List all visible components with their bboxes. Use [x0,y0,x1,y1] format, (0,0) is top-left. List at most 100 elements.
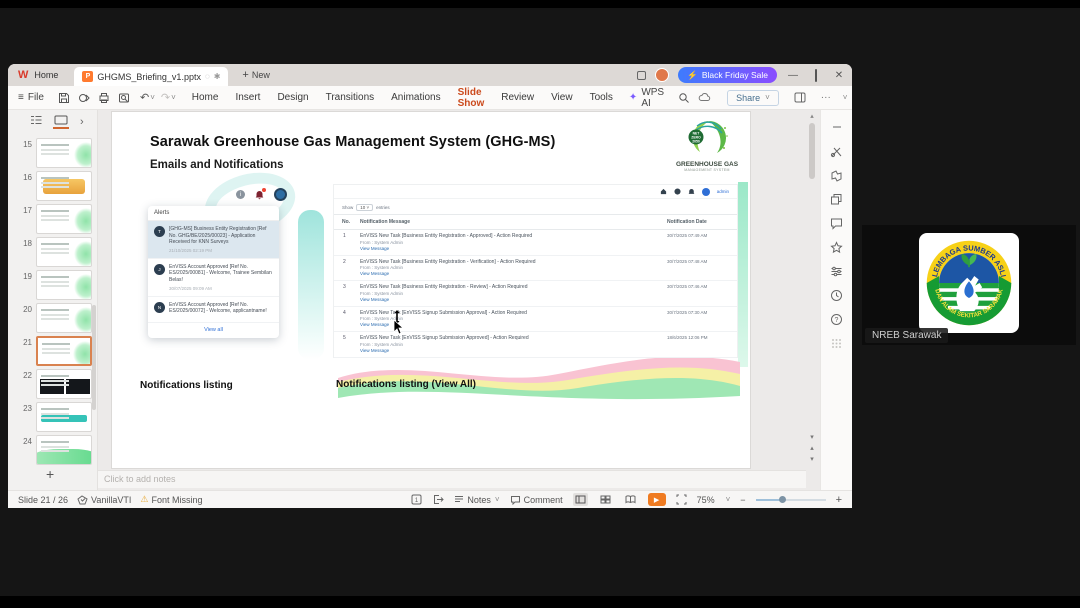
star-favorites-icon[interactable] [830,240,844,254]
thumbnail-grid-icon[interactable]: 1 [411,494,422,505]
history-clock-icon[interactable] [830,288,844,302]
alert-item[interactable]: T [GHG-MS] Business Entity Registration … [148,221,279,259]
edit-tools-icon[interactable] [830,144,844,158]
slide-thumbnail[interactable]: 22 [8,369,97,399]
redo-button[interactable]: ↷ [161,91,170,104]
export-icon[interactable] [78,92,90,104]
slide-nav-buttons[interactable]: ▾ ▴ ▾ [807,432,817,465]
print-preview-icon[interactable] [118,92,130,104]
ribbon-tab[interactable]: Slide Show [457,82,484,114]
view-message-link[interactable]: View Message [360,297,663,303]
alert-item[interactable]: N EnVISS Account Approved [Ref No. ES/20… [148,297,279,323]
apps-grid-icon[interactable] [830,336,844,350]
wps-ai-button[interactable]: ✦ WPS AI [629,87,664,109]
slides-view-icon[interactable] [53,115,69,129]
minimize-button[interactable]: — [786,70,800,81]
slide-preview [36,171,92,201]
collapse-sidebar-icon[interactable] [830,120,844,134]
notes-placeholder[interactable]: Click to add notes [98,470,806,488]
panel-layout-icon[interactable] [794,92,806,103]
add-slide-button[interactable]: + [46,466,54,482]
user-avatar[interactable] [655,68,670,82]
collapse-ribbon-icon[interactable]: ˅ [843,93,848,102]
table-row[interactable]: 1 EnVISS New Task [Business Entity Regis… [334,230,737,256]
slide-thumbnail[interactable]: 19 [8,270,97,300]
tab-list-icon[interactable] [637,70,647,80]
ribbon-tab[interactable]: Transitions [326,87,375,108]
table-row[interactable]: 2 EnVISS New Task [Business Entity Regis… [334,256,737,281]
save-icon[interactable] [58,92,70,104]
animation-pane-icon[interactable] [830,168,844,182]
zoom-caret-icon[interactable]: ˅ [726,495,731,504]
thumbnail-scrollbar[interactable] [92,305,96,410]
expand-panel-icon[interactable]: › [80,116,84,128]
portal-bell-icon [688,188,695,196]
help-icon[interactable]: ? [830,312,844,326]
black-friday-sale-button[interactable]: ⚡ Black Friday Sale [678,67,777,83]
slide-sorter-view-button[interactable] [598,493,613,506]
view-message-link[interactable]: View Message [360,271,663,277]
wps-logo-icon[interactable]: W [18,69,28,81]
new-tab-button[interactable]: + New [242,69,269,81]
cloud-icon[interactable] [698,92,712,103]
undo-button[interactable]: ↶ [140,91,149,104]
slide-thumbnail[interactable]: 23 [8,402,97,432]
view-all-link[interactable]: View all [148,323,279,338]
font-missing-warning[interactable]: ⚠ Font Missing [140,494,202,505]
alert-item[interactable]: J EnVISS Account Approved [Ref No. ES/20… [148,259,279,297]
home-tab[interactable]: Home [34,70,58,80]
more-options-icon[interactable]: ··· [821,92,831,103]
slide-thumbnail[interactable]: 15 [8,138,97,168]
slide-thumbnail[interactable]: 20 [8,303,97,333]
file-menu-button[interactable]: ≡ File [18,92,44,103]
alerts-dropdown: Alerts T [GHG-MS] Business Entity Regist… [148,206,279,338]
zoom-slider[interactable] [755,495,826,503]
slide-thumbnail[interactable]: 24 [8,435,97,465]
slideshow-play-button[interactable]: ▶ [647,493,666,506]
zoom-level[interactable]: 75% [697,495,715,505]
search-icon[interactable] [678,92,690,104]
warning-icon: ⚠ [140,494,149,504]
scroll-up-icon[interactable]: ▴ [810,113,814,120]
table-row[interactable]: 3 EnVISS New Task [Business Entity Regis… [334,281,737,307]
ribbon-tab[interactable]: View [551,87,573,108]
slide-thumbnail[interactable]: 21 [8,336,97,366]
ribbon-tab[interactable]: Animations [391,87,440,108]
ribbon-tab[interactable]: Review [501,87,534,108]
share-button[interactable]: Share ˅ [727,89,779,106]
zoom-slider-knob[interactable] [778,495,786,503]
slide-scrollbar[interactable]: ▴ [807,112,817,468]
zoom-in-button[interactable]: + [836,494,842,506]
notes-toggle[interactable]: Notes ˅ [454,495,500,505]
slide-thumbnail[interactable]: 18 [8,237,97,267]
ribbon-tab[interactable]: Design [277,87,308,108]
settings-sliders-icon[interactable] [830,264,844,278]
ribbon-tab[interactable]: Home [192,87,219,108]
comment-button[interactable]: Comment [510,495,563,505]
ribbon-tab[interactable]: Insert [235,87,260,108]
theme-button[interactable]: VanillaVTI [77,495,131,505]
print-icon[interactable] [98,92,110,104]
zoom-out-button[interactable]: − [740,495,745,505]
slide-number: 23 [23,404,32,413]
close-button[interactable]: ✕ [832,70,846,81]
restore-button[interactable] [809,68,823,82]
reading-view-button[interactable] [623,493,638,506]
fit-slide-icon[interactable] [676,494,687,505]
view-message-link[interactable]: View Message [360,246,663,252]
undo-caret-icon[interactable]: ˅ [150,93,155,102]
slide-thumbnail[interactable]: 16 [8,171,97,201]
copy-layers-icon[interactable] [830,192,844,206]
exit-icon[interactable] [432,494,445,505]
ribbon-tab[interactable]: Tools [590,87,613,108]
page-size-select[interactable]: 10 ˅ [356,204,374,211]
participant-video-tile[interactable]: LEMBAGA SUMBER ASLI DAN ALAM SEKITAR SAR… [862,225,1076,345]
comment-pane-icon[interactable] [830,216,844,230]
view-message-link[interactable]: View Message [360,348,663,354]
scrollbar-thumb[interactable] [809,123,815,179]
slide-canvas[interactable]: Sarawak Greenhouse Gas Management System… [112,112,750,468]
normal-view-button[interactable] [572,493,588,506]
slide-thumbnail[interactable]: 17 [8,204,97,234]
toolbar-more-icon[interactable]: ˅ [171,93,176,102]
outline-view-icon[interactable] [30,115,42,128]
